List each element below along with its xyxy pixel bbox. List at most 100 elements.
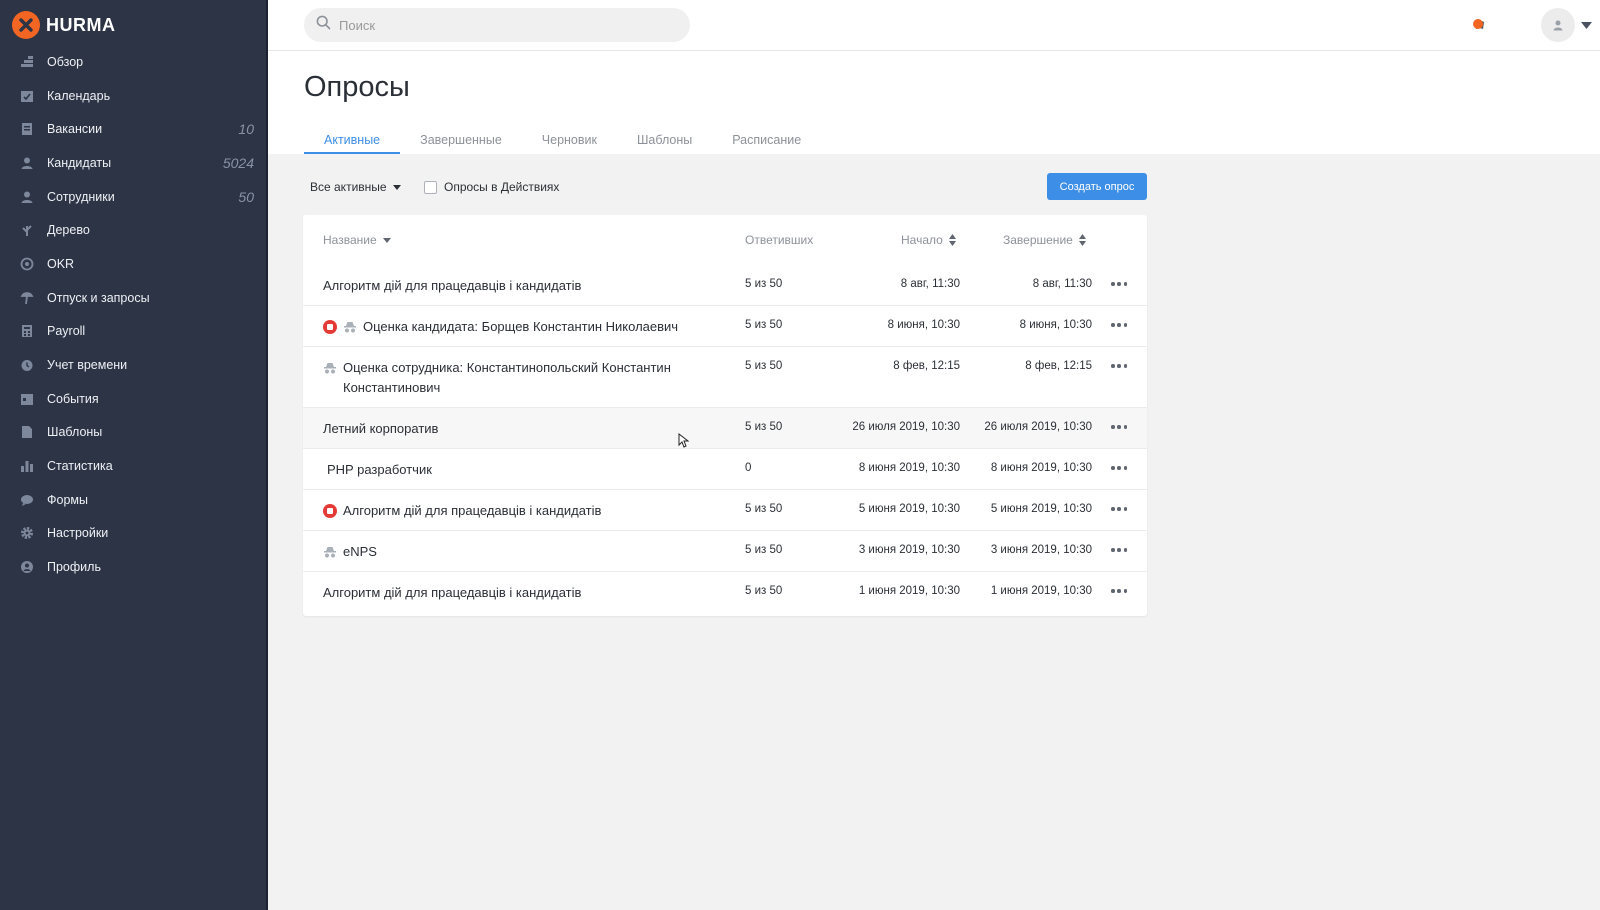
templates-icon (19, 424, 35, 440)
start-date-cell: 8 авг, 11:30 (900, 278, 960, 290)
end-date-cell: 8 фев, 12:15 (1025, 360, 1092, 372)
search-icon (316, 15, 331, 35)
sort-icon (1078, 234, 1086, 246)
table-row[interactable]: PHP разработчик 0 8 июня 2019, 10:30 8 и… (303, 449, 1147, 490)
more-options-icon[interactable] (1111, 319, 1127, 331)
column-start-header[interactable]: Начало (901, 233, 956, 247)
sidebar-item-label: Календарь (47, 88, 111, 103)
start-date-cell: 1 июня 2019, 10:30 (858, 585, 960, 597)
sidebar-item-label: Настройки (47, 526, 109, 541)
sidebar-item-statistics[interactable]: Статистика (0, 449, 266, 483)
column-responded-header[interactable]: Ответивших (745, 233, 813, 247)
more-options-icon[interactable] (1111, 360, 1127, 372)
sidebar-item-settings[interactable]: Настройки (0, 517, 266, 551)
sidebar-item-okr[interactable]: OKR (0, 247, 266, 281)
actions-polls-checkbox[interactable]: Опросы в Действиях (424, 180, 559, 194)
table-row[interactable]: Летний корпоратив 5 из 50 26 июля 2019, … (303, 408, 1147, 449)
table-row[interactable]: Алгоритм дій для працедавців і кандидаті… (303, 265, 1147, 306)
sidebar-item-templates[interactable]: Шаблоны (0, 416, 266, 450)
poll-name[interactable]: PHP разработчик (327, 460, 432, 480)
sidebar-item-label: Вакансии (47, 122, 103, 137)
tab-schedule[interactable]: Расписание (712, 125, 821, 154)
user-menu[interactable] (1541, 8, 1600, 42)
calculator-icon (19, 323, 35, 339)
sidebar-item-label: Статистика (47, 459, 113, 474)
sidebar-item-label: Профиль (47, 560, 101, 575)
sidebar-item-tree[interactable]: Дерево (0, 213, 266, 247)
sidebar-item-label: Отпуск и запросы (47, 290, 150, 305)
column-end-header[interactable]: Завершение (1003, 233, 1086, 247)
search-input[interactable] (339, 17, 659, 33)
table-row[interactable]: Оценка сотрудника: Константинопольский К… (303, 347, 1147, 408)
more-options-icon[interactable] (1111, 585, 1127, 597)
status-filter-dropdown[interactable]: Все активные (310, 180, 401, 194)
notifications-icon[interactable] (1470, 16, 1490, 36)
end-date-cell: 3 июня 2019, 10:30 (990, 544, 1092, 556)
column-label: Ответивших (745, 233, 814, 247)
more-options-icon[interactable] (1111, 462, 1127, 474)
responded-cell: 0 (745, 462, 752, 474)
sidebar-item-time-tracking[interactable]: Учет времени (0, 348, 266, 382)
tab-draft[interactable]: Черновик (522, 125, 617, 154)
sidebar-item-profile[interactable]: Профиль (0, 550, 266, 584)
poll-name[interactable]: Алгоритм дій для працедавців і кандидаті… (343, 501, 601, 521)
sidebar-item-label: Формы (47, 492, 88, 507)
sidebar-item-candidates[interactable]: Кандидаты 5024 (0, 146, 266, 180)
overview-icon (19, 54, 35, 70)
tabs: Активные Завершенные Черновик Шаблоны Ра… (304, 125, 821, 154)
logo[interactable]: HURMA (12, 11, 116, 39)
start-date-cell: 5 июня 2019, 10:30 (858, 503, 960, 515)
sidebar-item-events[interactable]: События (0, 382, 266, 416)
end-date-cell: 5 июня 2019, 10:30 (990, 503, 1092, 515)
poll-name[interactable]: Летний корпоратив (323, 419, 438, 439)
more-options-icon[interactable] (1111, 503, 1127, 515)
poll-name[interactable]: Оценка сотрудника: Константинопольский К… (343, 358, 713, 398)
chevron-down-icon[interactable] (1581, 16, 1592, 34)
sidebar-item-vacation[interactable]: Отпуск и запросы (0, 281, 266, 315)
poll-name[interactable]: Алгоритм дій для працедавців і кандидаті… (323, 276, 581, 296)
page-header: Опросы Активные Завершенные Черновик Шаб… (268, 51, 1600, 154)
poll-name-cell: eNPS (323, 542, 723, 562)
table-row[interactable]: Алгоритм дій для працедавців і кандидаті… (303, 572, 1147, 613)
more-options-icon[interactable] (1111, 421, 1127, 433)
more-options-icon[interactable] (1111, 278, 1127, 290)
table-row[interactable]: Алгоритм дій для працедавців і кандидаті… (303, 490, 1147, 531)
sidebar-item-count: 5024 (222, 154, 254, 171)
sidebar-item-label: Кандидаты (47, 155, 112, 170)
poll-name[interactable]: eNPS (343, 542, 377, 562)
table-row[interactable]: Оценка кандидата: Борщев Константин Нико… (303, 306, 1147, 347)
sidebar-item-label: OKR (47, 256, 75, 271)
sidebar-nav: Обзор Календарь Вакансии 10 Кандидаты 50… (0, 45, 266, 584)
more-options-icon[interactable] (1111, 544, 1127, 556)
poll-name-cell: Алгоритм дій для працедавців і кандидаті… (323, 583, 723, 603)
end-date-cell: 8 июня 2019, 10:30 (990, 462, 1092, 474)
tree-icon (19, 222, 35, 238)
stop-icon (323, 504, 337, 518)
tab-templates[interactable]: Шаблоны (617, 125, 712, 154)
checkbox-box[interactable] (424, 180, 437, 194)
employees-icon (19, 189, 35, 205)
sidebar-item-calendar[interactable]: Календарь (0, 79, 266, 113)
poll-name[interactable]: Оценка кандидата: Борщев Константин Нико… (363, 317, 678, 337)
page-title: Опросы (304, 71, 410, 103)
topbar (268, 0, 1600, 51)
sidebar-item-label: Сотрудники (47, 189, 115, 204)
create-poll-button[interactable]: Создать опрос (1047, 173, 1147, 200)
sidebar-item-employees[interactable]: Сотрудники 50 (0, 180, 266, 214)
tab-completed[interactable]: Завершенные (400, 125, 522, 154)
table-row[interactable]: eNPS 5 из 50 3 июня 2019, 10:30 3 июня 2… (303, 531, 1147, 572)
avatar[interactable] (1541, 8, 1575, 42)
sidebar-item-payroll[interactable]: Payroll (0, 315, 266, 349)
profile-icon (19, 559, 35, 575)
responded-cell: 5 из 50 (745, 544, 783, 556)
responded-cell: 5 из 50 (745, 319, 783, 331)
column-name-header[interactable]: Название (323, 233, 391, 247)
poll-name[interactable]: Алгоритм дій для працедавців і кандидаті… (323, 583, 581, 603)
sidebar-item-forms[interactable]: Формы (0, 483, 266, 517)
end-date-cell: 8 июня, 10:30 (1019, 319, 1092, 331)
sidebar-item-overview[interactable]: Обзор (0, 45, 266, 79)
caret-down-icon (392, 184, 401, 190)
tab-active[interactable]: Активные (304, 125, 401, 154)
status-filter-label: Все активные (310, 180, 387, 194)
sidebar-item-vacancies[interactable]: Вакансии 10 (0, 112, 266, 146)
